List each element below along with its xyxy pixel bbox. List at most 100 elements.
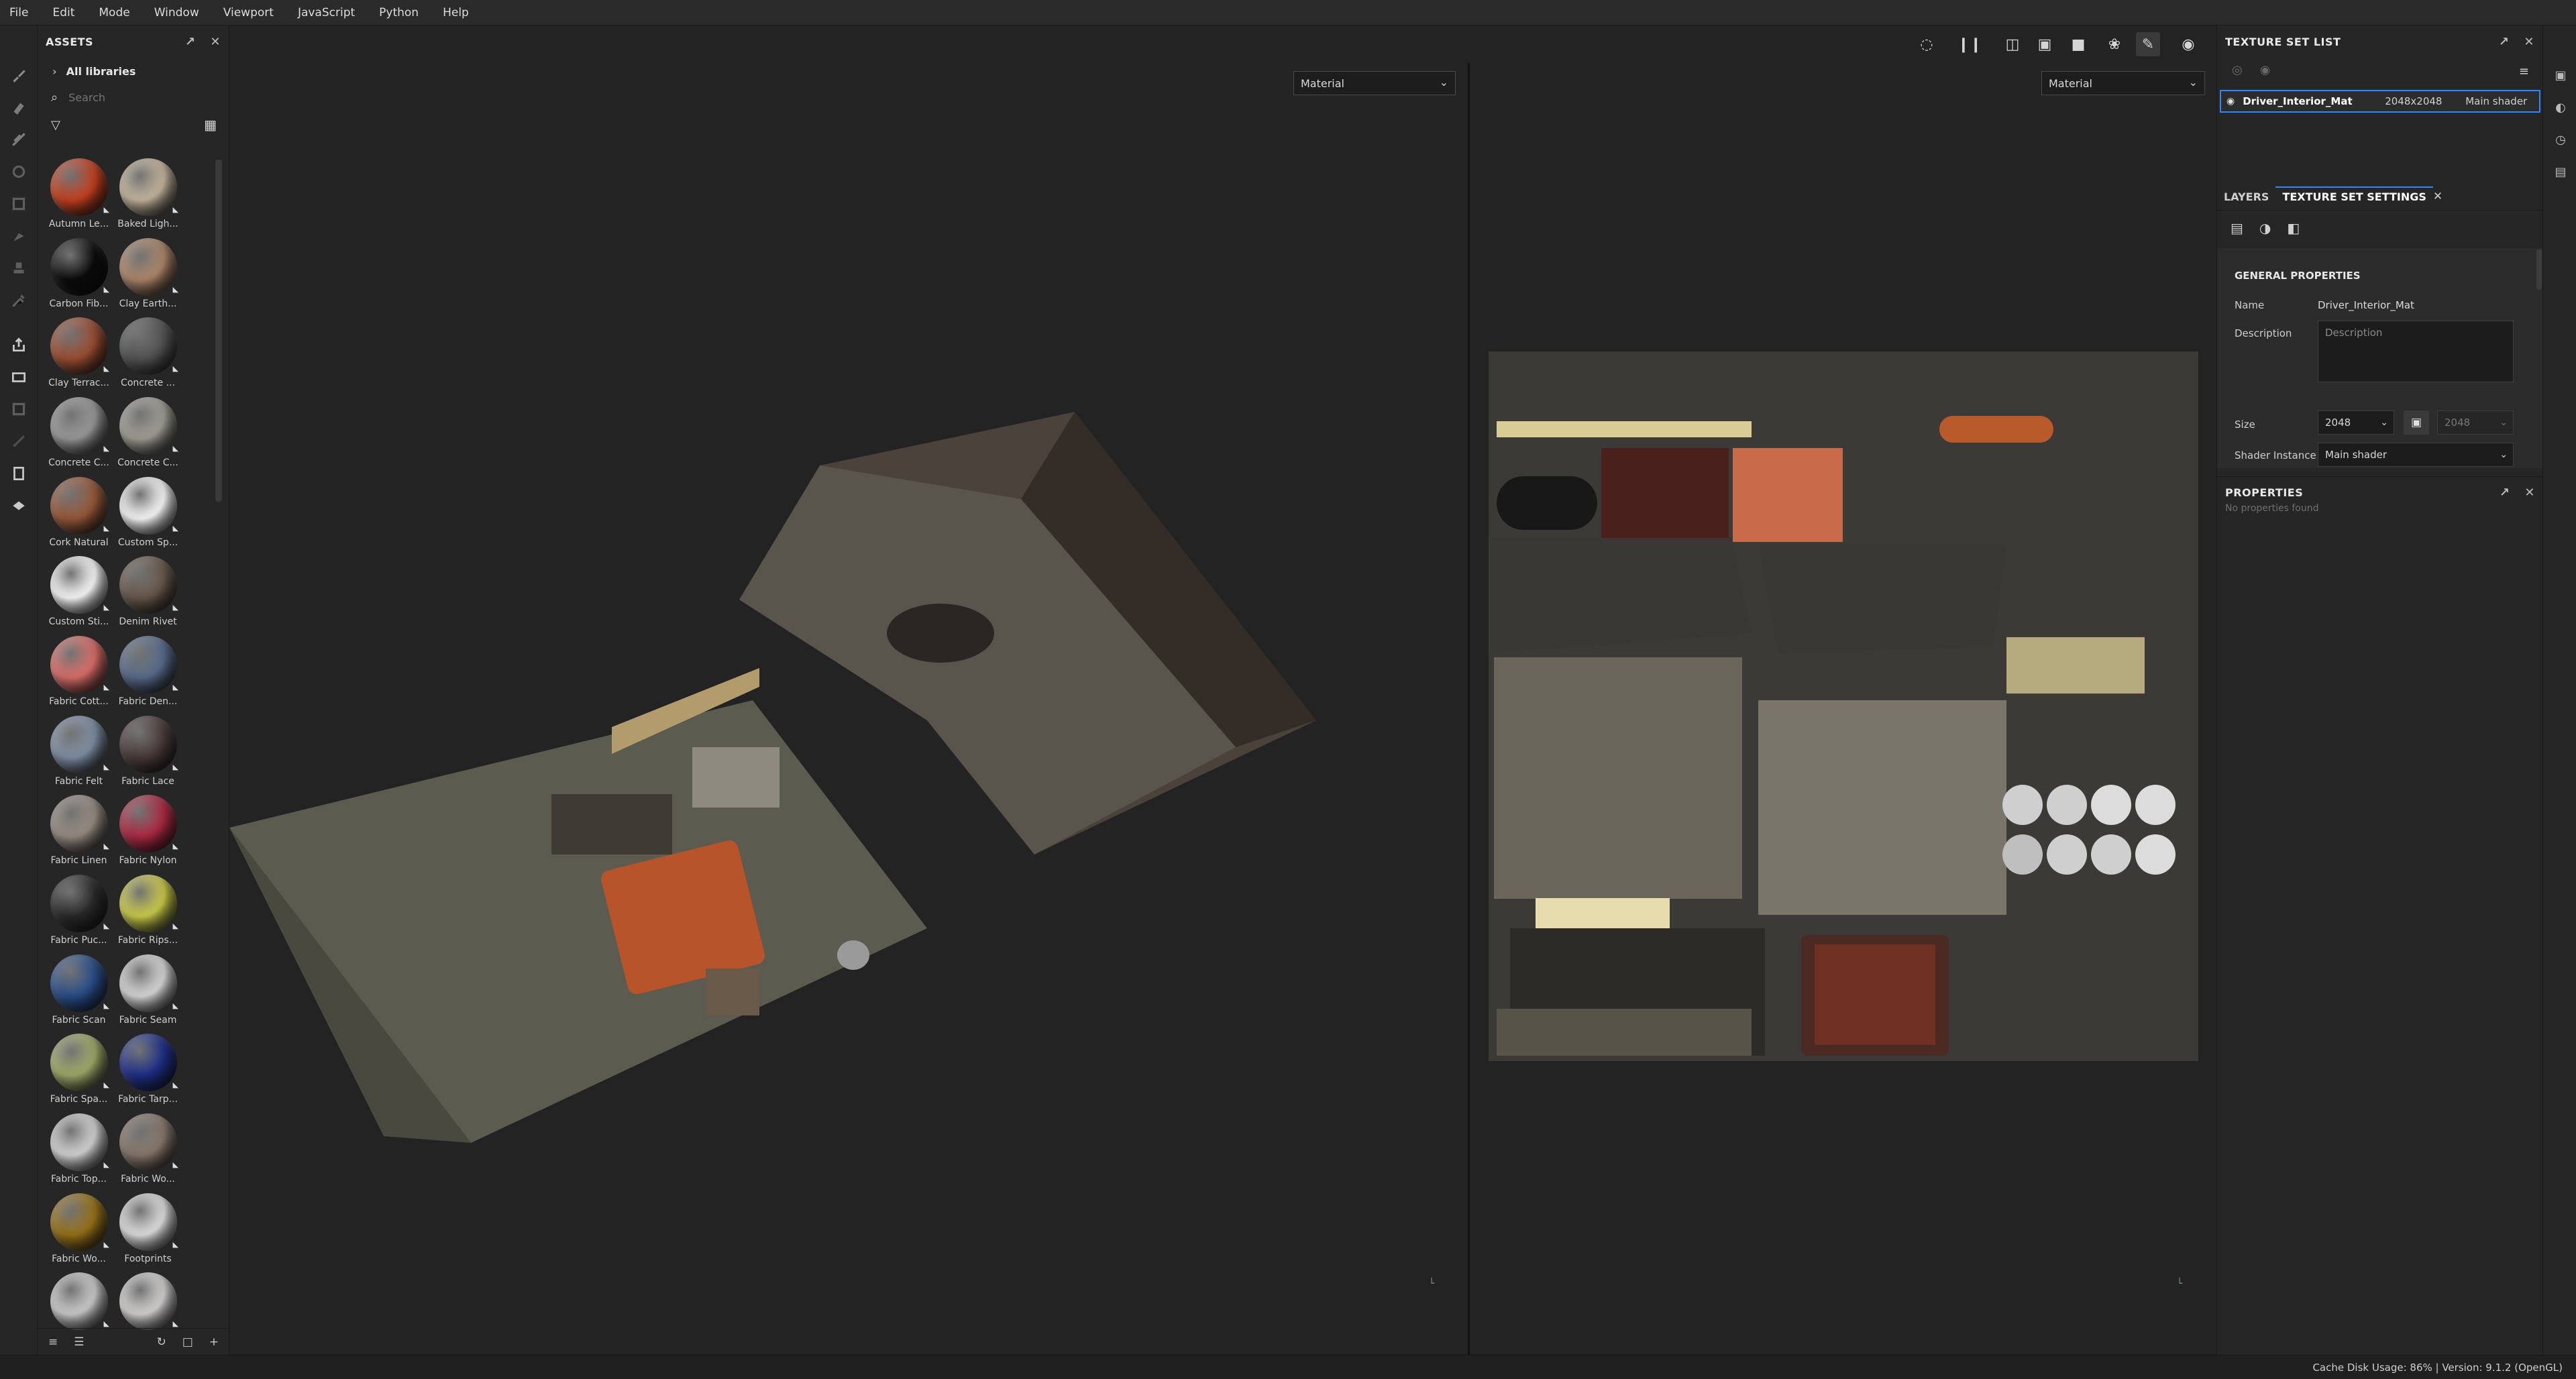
menu-javascript[interactable]: JavaScript [298,6,355,19]
screenshot-icon[interactable]: ◉ [2176,32,2200,56]
close-tab-icon[interactable]: ✕ [2433,190,2443,210]
uv-tile-icon[interactable]: ◧ [2287,220,2300,236]
menu-file[interactable]: File [9,6,28,19]
asset-tile[interactable]: ◣ Fabric Top... [44,1112,113,1191]
menu-window[interactable]: Window [154,6,199,19]
menu-edit[interactable]: Edit [52,6,74,19]
undock-icon[interactable]: ↗ [185,35,196,49]
asset-tile[interactable]: ◣ Fabric Felt [44,714,113,793]
display-settings-icon[interactable] [8,495,30,516]
visibility-all-icon[interactable]: ◎ [2232,63,2243,77]
split-view-icon[interactable]: ◫ [2000,32,2025,56]
undock-icon[interactable]: ↗ [2500,486,2510,500]
tab-layers[interactable]: LAYERS [2217,190,2275,210]
asset-tile[interactable]: ◣ Fabric Scan [44,953,113,1032]
cube-icon[interactable]: ▣ [2033,32,2057,56]
close-icon[interactable]: ✕ [2524,35,2534,49]
library-selector[interactable]: › All libraries [38,58,229,85]
settings-scrollbar[interactable] [2536,250,2542,290]
texture-set-icon[interactable]: ▤ [2231,220,2243,236]
camera-icon[interactable]: ■ [2066,32,2090,56]
menu-help[interactable]: Help [443,6,469,19]
asset-tile[interactable]: ◣ Fabric Seam [113,953,182,1032]
undock-icon[interactable]: ↗ [2499,35,2510,49]
log-icon[interactable]: ▤ [2553,164,2569,180]
eye-icon[interactable]: ◉ [2260,63,2271,77]
asset-tile[interactable]: ◣ Baked Ligh... [113,157,182,235]
asset-tile[interactable]: ◣ Carbon Fib... [44,237,113,315]
search-input[interactable] [68,91,203,104]
asset-tile[interactable]: ◣ Fabric Spa... [44,1032,113,1111]
close-icon[interactable]: ✕ [2524,486,2535,500]
export-icon[interactable] [8,463,30,484]
close-icon[interactable]: ✕ [210,35,221,49]
tab-texture-set-settings[interactable]: TEXTURE SET SETTINGS [2275,186,2433,210]
asset-tile[interactable]: ◣ Fabric Puc... [44,873,113,952]
clone-stamp-icon[interactable] [8,258,30,279]
viewport-3d[interactable]: Material ⌄ └ [229,63,1468,1355]
render-icon[interactable]: ❀ [2102,32,2127,56]
asset-badge-icon: ◣ [103,842,109,851]
asset-tile[interactable]: ◣ Clay Terrac... [44,316,113,394]
asset-tile[interactable]: ◣ Fabric Den... [113,635,182,713]
eraser-icon[interactable] [8,97,30,118]
camera-align-icon[interactable] [8,366,30,388]
menu-viewport[interactable]: Viewport [223,6,274,19]
bake-icon[interactable] [8,334,30,355]
asset-tile[interactable]: ◣ Fabric Rips... [113,873,182,952]
paint-mode-icon[interactable]: ✎ [2136,32,2160,56]
asset-tile[interactable]: ◣ Fabric Wo... [44,1192,113,1270]
projection-icon[interactable] [8,129,30,150]
asset-tile[interactable]: ◣ Fabric Wo... [113,1112,182,1191]
texture-set-list-icon[interactable]: ▣ [2553,67,2569,83]
menu-mode[interactable]: Mode [99,6,129,19]
asset-label: Fabric Rips... [117,934,178,946]
assets-scrollbar[interactable] [215,160,222,502]
paint-brush-icon[interactable] [8,64,30,86]
menu-icon[interactable]: ≡ [2519,64,2529,78]
size-select[interactable]: 2048 ⌄ [2318,410,2394,435]
name-value[interactable]: Driver_Interior_Mat [2318,299,2414,311]
texture-set-row[interactable]: ◉ Driver_Interior_Mat 2048x2048 Main sha… [2220,90,2540,113]
asset-tile[interactable]: ◣ Footprints [113,1192,182,1270]
mask-icon[interactable] [8,398,30,420]
asset-tile[interactable]: ◣ Concrete C... [113,396,182,474]
asset-tile[interactable]: ◣ Autumn Le... [44,157,113,235]
list-icon[interactable]: ☰ [74,1335,84,1349]
asset-tile[interactable]: ◣ Fabric Nylon [113,793,182,872]
asset-tile[interactable]: ◣ Fabric Cott... [44,635,113,713]
polygon-fill-icon[interactable] [8,193,30,215]
lock-icon[interactable]: ▣ [2404,410,2429,435]
display-settings-icon[interactable]: ◐ [2553,99,2569,115]
measure-icon[interactable] [8,431,30,452]
color-picker-icon[interactable] [8,290,30,311]
filter-icon[interactable]: ▽ [51,118,60,132]
description-field[interactable]: Description [2318,321,2514,382]
smudge-icon[interactable] [8,225,30,247]
asset-tile[interactable]: ◣ Cork Natural [44,476,113,554]
pause-icon[interactable]: ❙❙ [1957,32,1982,56]
asset-tile[interactable]: ◣ Custom Sti... [44,555,113,633]
viewport-2d[interactable]: Material ⌄ └ [1470,63,2216,1355]
asset-tile[interactable]: ◣ Custom Sp... [113,476,182,554]
menu-python[interactable]: Python [379,6,419,19]
geometry-fill-icon[interactable] [8,161,30,182]
refresh-icon[interactable]: ↻ [156,1335,166,1349]
material-preview-sphere: ◣ [119,237,178,296]
asset-tile[interactable]: ◣ Concrete C... [44,396,113,474]
new-window-icon[interactable]: □ [182,1335,193,1349]
mesh-map-icon[interactable]: ◑ [2259,220,2271,236]
asset-tile[interactable]: ◣ Fabric Tarp... [113,1032,182,1111]
hide-ui-icon[interactable]: ◌ [1915,32,1939,56]
grid-view-icon[interactable]: ▦ [204,117,217,133]
asset-tile[interactable]: ◣ Denim Rivet [113,555,182,633]
shader-instance-select[interactable]: Main shader ⌄ [2318,443,2514,467]
eye-icon[interactable]: ◉ [2226,96,2235,107]
asset-tile[interactable]: ◣ Fabric Linen [44,793,113,872]
asset-tile[interactable]: ◣ Clay Earth... [113,237,182,315]
add-icon[interactable]: + [209,1335,219,1349]
asset-tile[interactable]: ◣ Fabric Lace [113,714,182,793]
asset-tile[interactable]: ◣ Concrete ... [113,316,182,394]
history-icon[interactable]: ◷ [2553,131,2569,148]
sort-icon[interactable]: ≡ [48,1335,58,1349]
